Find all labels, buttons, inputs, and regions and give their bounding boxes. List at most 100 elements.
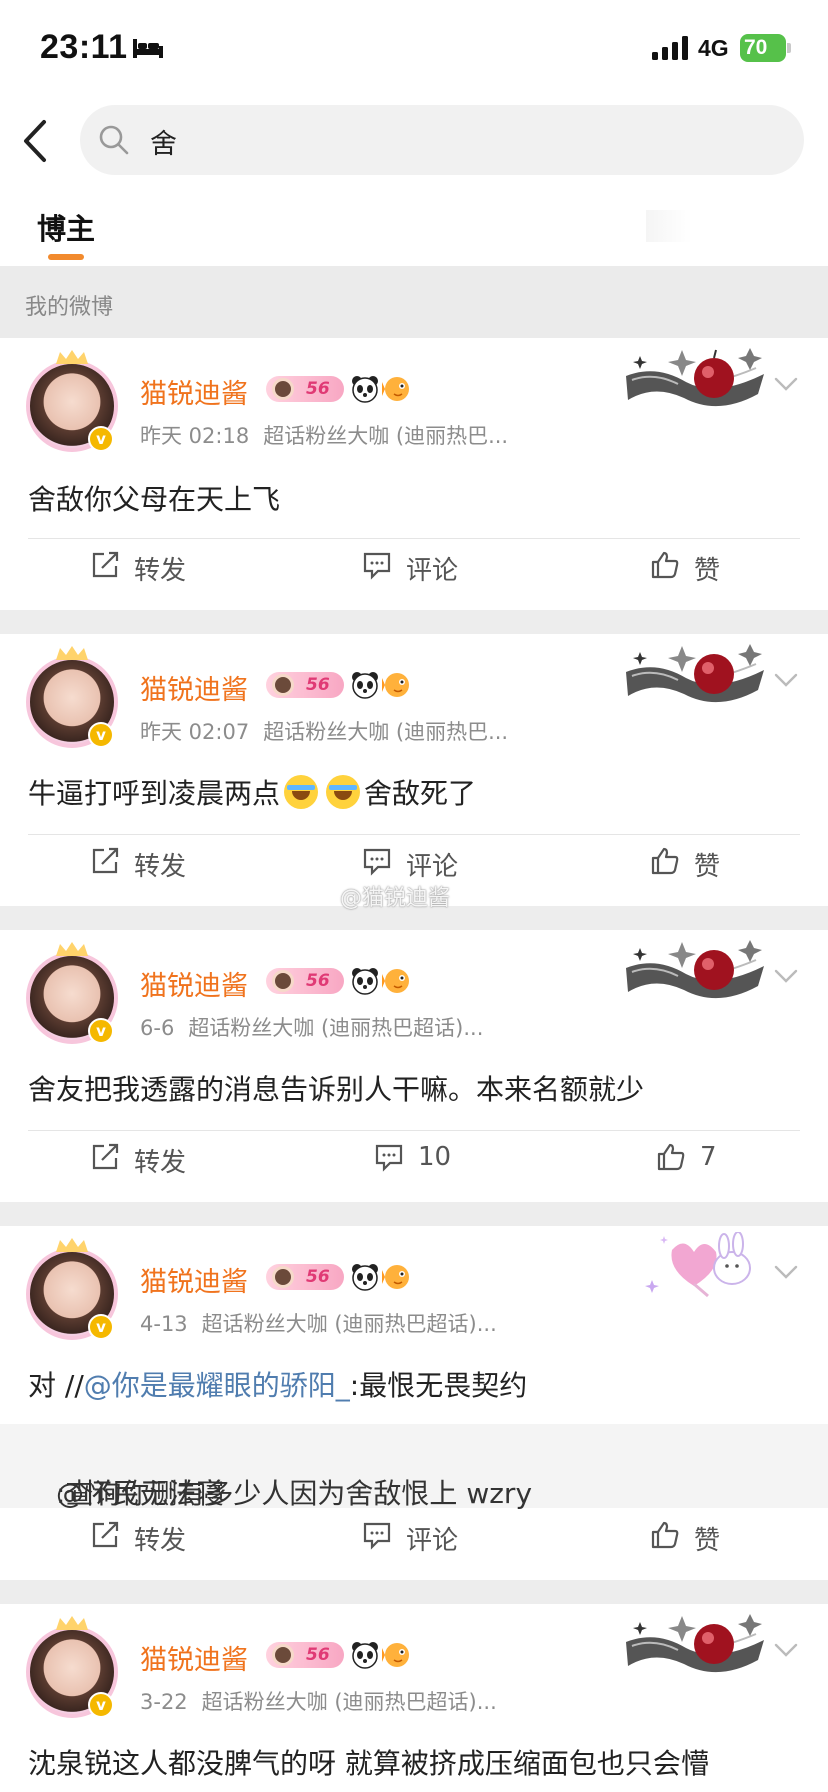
chevron-down-icon[interactable] xyxy=(772,372,800,396)
like-label: 赞 xyxy=(694,852,721,882)
panda-icon xyxy=(352,968,378,995)
post-card[interactable]: v 猫锐迪酱 56 昨天 02:18 超话粉丝大咖 (迪丽热巴... 舍敌你父母在… xyxy=(0,338,828,610)
post-time: 3-22 xyxy=(140,1690,188,1714)
post-text: 对 //@你是最耀眼的骄阳_:最恨无畏契约 xyxy=(28,1364,527,1404)
panda-icon xyxy=(352,1264,378,1291)
username[interactable]: 猫锐迪酱 xyxy=(140,668,248,707)
post-time: 昨天 02:07 xyxy=(140,720,250,744)
repost-label: 转发 xyxy=(134,1526,187,1556)
tab-indicator xyxy=(48,254,84,260)
chevron-down-icon[interactable] xyxy=(772,1638,800,1662)
post-source: 超话粉丝大咖 (迪丽热巴超话)... xyxy=(201,1312,497,1336)
comment-button[interactable]: 评论 xyxy=(362,842,492,882)
username[interactable]: 猫锐迪酱 xyxy=(140,372,248,411)
search-query: 舍 xyxy=(150,129,177,160)
like-button[interactable]: 7 xyxy=(656,1138,746,1178)
divider xyxy=(28,1130,800,1131)
verified-badge-icon: v xyxy=(88,1692,114,1718)
fan-level: 56 xyxy=(306,675,330,695)
repost-icon xyxy=(92,551,119,578)
comment-button[interactable]: 评论 xyxy=(362,546,492,586)
post-card[interactable]: v 猫锐迪酱 56 3-22 超话粉丝大咖 (迪丽热巴超话)... 沈泉锐这人都没… xyxy=(0,1604,828,1792)
chevron-down-icon[interactable] xyxy=(772,964,800,988)
post-text: 舍友把我透露的消息告诉别人干嘛。本来名额就少 xyxy=(28,1073,645,1106)
like-button[interactable]: 赞 xyxy=(650,842,750,882)
section-title: 我的微博 xyxy=(25,295,114,320)
like-count: 7 xyxy=(700,1142,717,1172)
post-time: 4-13 xyxy=(140,1312,188,1336)
fan-level-badge: 56 xyxy=(266,968,344,994)
status-time: 23:11 xyxy=(40,28,128,66)
post-card[interactable]: v 猫锐迪酱 56 4-13 超话粉丝大咖 (迪丽热巴超话)... 对 //@你是… xyxy=(0,1226,828,1580)
fan-level-badge: 56 xyxy=(266,672,344,698)
comment-label: 评论 xyxy=(406,852,459,882)
verified-badge-icon: v xyxy=(88,1314,114,1340)
thumbs-up-icon xyxy=(657,1143,685,1171)
repost-icon xyxy=(92,1143,119,1170)
repost-button[interactable]: 转发 xyxy=(90,1516,220,1556)
divider xyxy=(28,538,800,539)
repost-button[interactable]: 转发 xyxy=(90,546,220,586)
comment-button[interactable]: 评论 xyxy=(362,1516,492,1556)
post-separator xyxy=(0,1202,828,1226)
verified-badge-icon: v xyxy=(88,722,114,748)
post-separator xyxy=(0,610,828,634)
panda-icon xyxy=(352,1642,378,1669)
fan-level-badge: 56 xyxy=(266,1642,344,1668)
repost-icon xyxy=(92,847,119,874)
chevron-down-icon[interactable] xyxy=(772,1260,800,1284)
post-meta: 3-22 超话粉丝大咖 (迪丽热巴超话)... xyxy=(140,1686,497,1716)
chevron-down-icon[interactable] xyxy=(772,668,800,692)
comment-button[interactable]: 10 xyxy=(374,1138,484,1178)
post-card[interactable]: v 猫锐迪酱 56 6-6 超话粉丝大咖 (迪丽热巴超话)... 舍友把我透露的消… xyxy=(0,930,828,1202)
search-input[interactable]: 舍 xyxy=(80,105,804,175)
post-meta: 昨天 02:07 超话粉丝大咖 (迪丽热巴... xyxy=(140,716,508,746)
apple-ribbon-decoration-icon xyxy=(626,1614,764,1673)
thumbs-up-icon xyxy=(651,847,679,875)
like-label: 赞 xyxy=(694,556,721,586)
laughing-tears-emoji-icon xyxy=(284,775,319,809)
post-source: 超话粉丝大咖 (迪丽热巴... xyxy=(263,720,509,744)
comment-icon xyxy=(363,552,391,580)
post-source: 超话粉丝大咖 (迪丽热巴超话)... xyxy=(201,1690,497,1714)
post-source: 超话粉丝大咖 (迪丽热巴超话)... xyxy=(188,1016,484,1040)
repost-button[interactable]: 转发 xyxy=(90,1138,220,1178)
username[interactable]: 猫锐迪酱 xyxy=(140,1638,248,1677)
crown-icon xyxy=(56,646,88,660)
comment-count: 10 xyxy=(418,1142,452,1172)
fan-level-badge: 56 xyxy=(266,376,344,402)
fan-level: 56 xyxy=(306,971,330,991)
username[interactable]: 猫锐迪酱 xyxy=(140,1260,248,1299)
reposted-content[interactable]: @怀民无法寝:查询你测有多少人因为舍敌恨上 wzry xyxy=(0,1424,828,1510)
thumbs-up-icon xyxy=(651,551,679,579)
pufferfish-icon xyxy=(382,377,409,401)
battery-level: 70 xyxy=(744,36,768,59)
post-text: 舍敌你父母在天上飞 xyxy=(28,483,281,516)
thumbs-up-icon xyxy=(651,1521,679,1549)
crown-icon xyxy=(56,942,88,956)
verified-badge-icon: v xyxy=(88,1018,114,1044)
like-button[interactable]: 赞 xyxy=(650,546,750,586)
pufferfish-icon xyxy=(382,1643,409,1667)
bed-icon xyxy=(133,39,163,58)
tab-bloggers[interactable]: 博主 xyxy=(37,206,95,248)
comment-label: 评论 xyxy=(406,1526,459,1556)
post-meta: 4-13 超话粉丝大咖 (迪丽热巴超话)... xyxy=(140,1308,497,1338)
post-card[interactable]: v 猫锐迪酱 56 昨天 02:07 超话粉丝大咖 (迪丽热巴... 牛逼打呼到凌… xyxy=(0,634,828,906)
post-separator xyxy=(0,1580,828,1604)
comment-icon xyxy=(363,1522,391,1550)
pufferfish-icon xyxy=(382,1265,409,1289)
network-type: 4G xyxy=(698,35,729,61)
mention-link[interactable]: @你是最耀眼的骄阳_ xyxy=(84,1369,350,1402)
post-text-part: 牛逼打呼到凌晨两点 xyxy=(28,777,281,810)
post-text: 沈泉锐这人都没脾气的呀 就算被挤成压缩面包也只会懵 xyxy=(28,1747,709,1780)
fan-level: 56 xyxy=(306,1645,330,1665)
back-arrow-icon[interactable] xyxy=(18,116,58,166)
post-time: 昨天 02:18 xyxy=(140,424,250,448)
comment-label: 评论 xyxy=(406,556,459,586)
like-button[interactable]: 赞 xyxy=(650,1516,750,1556)
status-bar: 23:11 4G 70 xyxy=(0,0,828,100)
username[interactable]: 猫锐迪酱 xyxy=(140,964,248,1003)
repost-button[interactable]: 转发 xyxy=(90,842,220,882)
post-meta: 昨天 02:18 超话粉丝大咖 (迪丽热巴... xyxy=(140,420,508,450)
